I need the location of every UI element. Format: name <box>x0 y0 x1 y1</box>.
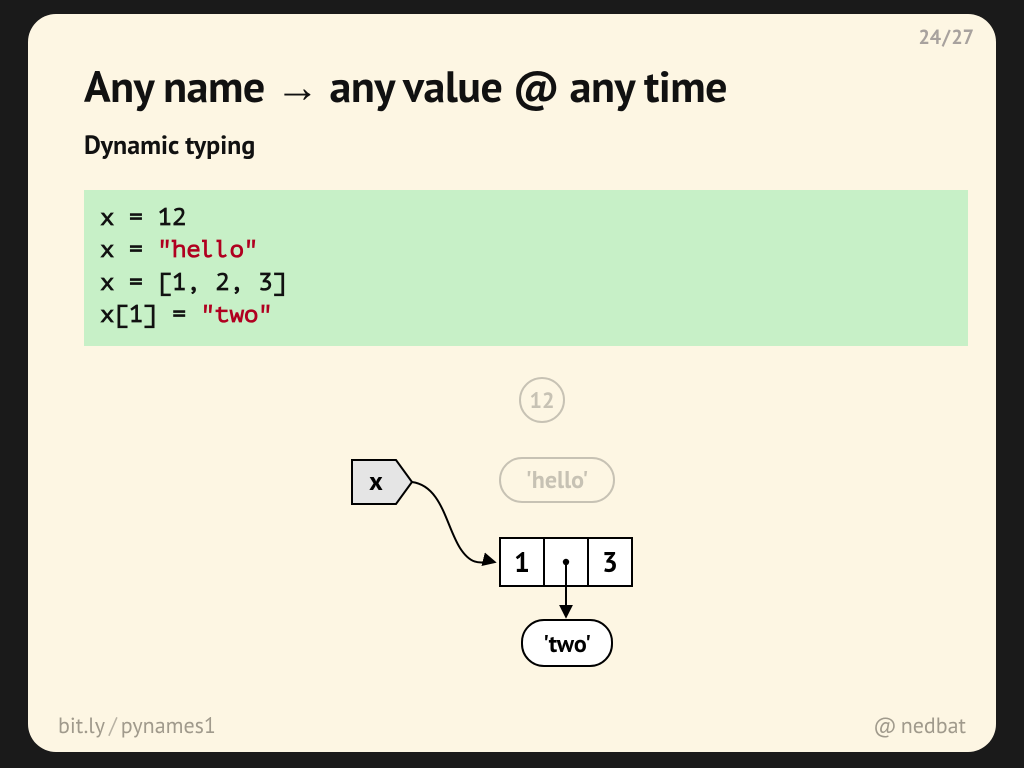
handle-name: nedbat <box>901 712 966 740</box>
handle-at: @ <box>873 712 896 740</box>
ghost-value-12: 12 <box>520 378 564 422</box>
footer-handle: @nedbat <box>873 712 966 740</box>
svg-text:'hello': 'hello' <box>526 464 589 495</box>
diagram: 12 'hello' x 1 3 <box>28 368 996 688</box>
svg-text:'two': 'two' <box>543 628 591 659</box>
svg-text:12: 12 <box>530 387 555 415</box>
page-slash: / <box>942 24 950 50</box>
name-tag-x: x <box>352 460 412 504</box>
arrow-x-to-list <box>412 482 494 563</box>
page-current: 24 <box>918 24 941 50</box>
slide-title: Any name → any value @ any time <box>28 14 996 123</box>
shortlink-domain: bit.ly <box>58 712 105 740</box>
code-block: x = 12 x = "hello" x = [1, 2, 3] x[1] = … <box>84 190 968 346</box>
diagram-svg: 12 'hello' x 1 3 <box>232 368 792 678</box>
slide-footer: bit.ly/pynames1 @nedbat <box>28 712 996 740</box>
page-total: 27 <box>951 24 974 50</box>
shortlink-path: pynames1 <box>121 712 216 740</box>
list-cell-0: 1 <box>514 543 530 580</box>
slide-subtitle: Dynamic typing <box>28 123 996 180</box>
slide: 24/27 Any name → any value @ any time Dy… <box>28 14 996 752</box>
ghost-value-hello: 'hello' <box>500 458 614 502</box>
value-two: 'two' <box>522 620 612 666</box>
list-cell-2: 3 <box>602 543 618 580</box>
shortlink-slash: / <box>109 712 117 740</box>
svg-text:x: x <box>369 465 383 498</box>
page-counter: 24/27 <box>918 24 974 50</box>
list-cell-1-ref-dot <box>563 558 569 564</box>
footer-shortlink: bit.ly/pynames1 <box>58 712 216 740</box>
